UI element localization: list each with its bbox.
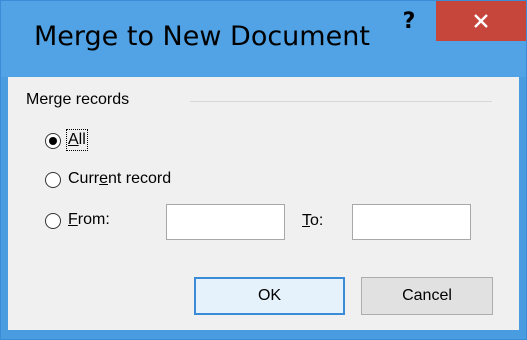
merge-records-group-label: Merge records [26, 91, 130, 108]
radio-all[interactable]: All [45, 129, 125, 153]
group-divider [190, 101, 492, 102]
radio-all-label: All [66, 129, 88, 151]
radio-from-indicator[interactable] [45, 213, 61, 229]
ok-button[interactable]: OK [194, 277, 345, 315]
radio-current-record-indicator[interactable] [45, 172, 61, 188]
radio-current-record-label: Current record [68, 170, 172, 187]
from-input[interactable] [166, 204, 285, 240]
cancel-button[interactable]: Cancel [361, 277, 493, 315]
dialog-title: Merge to New Document [34, 21, 370, 52]
close-icon [474, 14, 488, 28]
radio-current-record[interactable]: Current record [45, 170, 245, 192]
to-input[interactable] [352, 204, 471, 240]
title-bar[interactable]: Merge to New Document ? [1, 1, 526, 77]
to-label: To: [302, 212, 324, 229]
radio-all-indicator[interactable] [45, 133, 61, 149]
help-button[interactable]: ? [388, 1, 430, 51]
close-button[interactable] [436, 1, 526, 41]
radio-from-label: From: [68, 211, 110, 228]
radio-from[interactable]: From: [45, 211, 145, 233]
